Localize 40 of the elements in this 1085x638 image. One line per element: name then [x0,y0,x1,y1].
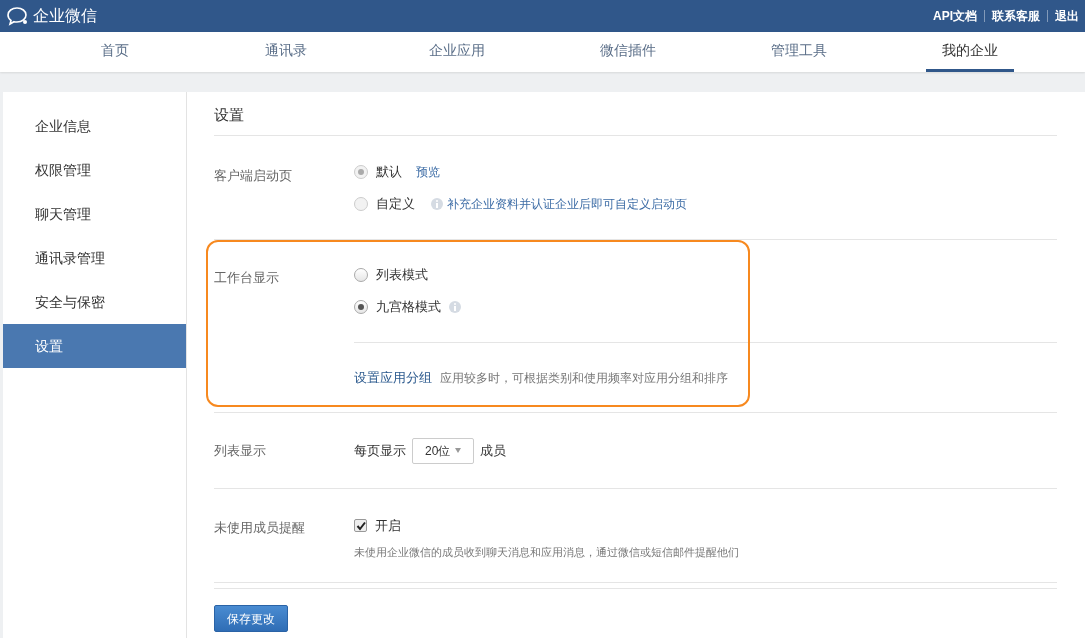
header-link[interactable]: 退出 [1055,7,1079,25]
page-size-select[interactable]: 20位 [412,437,475,464]
sidebar-item[interactable]: 权限管理 [3,148,186,192]
nav-tab[interactable]: 管理工具 [754,32,843,72]
radio-button[interactable] [354,268,368,282]
save-button[interactable]: 保存更改 [214,605,288,632]
chat-bubble-icon [6,6,30,26]
caret-icon [455,448,462,453]
prefix-text: 每页显示 [354,441,406,460]
setting-label: 列表显示 [214,442,267,460]
setting-label: 未使用成员提醒 [214,519,306,537]
nav-tab[interactable]: 企业应用 [413,32,502,72]
group-apps-link[interactable]: 设置应用分组 [354,367,432,388]
suffix-text: 成员 [480,441,507,460]
header-link[interactable]: 联系客服 [992,7,1040,25]
info-icon [431,198,443,210]
radio-button[interactable] [354,300,368,314]
nav-tab[interactable]: 微信插件 [583,32,672,72]
brand-name: 企业微信 [33,6,97,26]
option-label: 自定义 [376,195,415,214]
setting-description: 未使用企业微信的成员收到聊天消息和应用消息，通过微信或短信邮件提醒他们 [354,544,740,560]
sidebar-item[interactable]: 聊天管理 [3,192,186,236]
option-label: 列表模式 [376,266,428,285]
header-link[interactable]: API文档 [933,7,977,25]
nav-tab[interactable]: 首页 [85,32,146,72]
nav-tab[interactable]: 我的企业 [925,32,1014,72]
page-title: 设置 [214,92,1057,136]
nav-tab[interactable]: 通讯录 [249,32,324,72]
setting-label: 客户端启动页 [214,167,293,185]
sidebar-item[interactable]: 企业信息 [3,104,186,148]
option-label: 九宫格模式 [376,298,441,317]
sidebar-item[interactable]: 通讯录管理 [3,236,186,280]
option-label: 开启 [375,517,401,535]
setting-label: 工作台显示 [214,269,280,287]
sidebar-item[interactable]: 设置 [3,324,186,368]
footer-note: 应用较多时，可根据类别和使用频率对应用分组和排序 [440,369,728,387]
hint-text: 补充企业资料并认证企业后即可自定义启动页 [447,196,687,213]
sidebar-item[interactable]: 安全与保密 [3,280,186,324]
option-label: 默认 [376,163,402,182]
checkbox[interactable] [354,519,367,533]
